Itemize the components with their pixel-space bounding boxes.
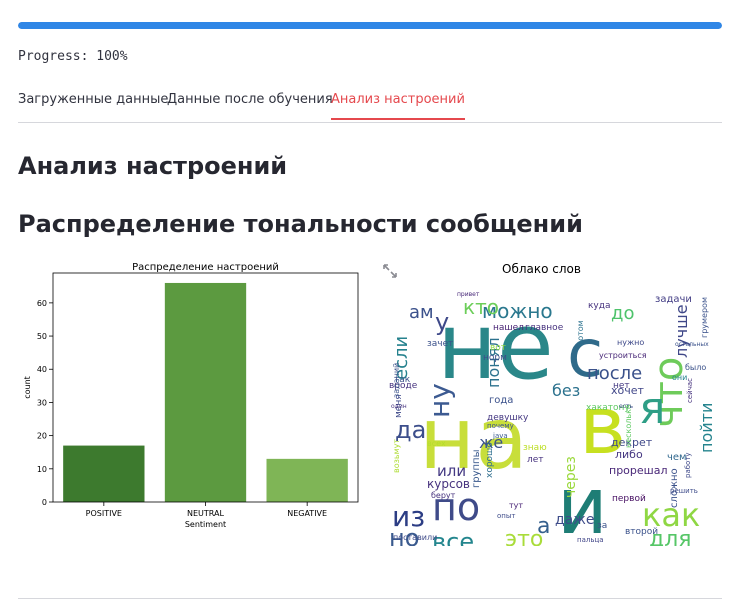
wordcloud-word: решить [670, 487, 698, 495]
progress-label: Progress: 100% [18, 49, 128, 64]
y-tick-label: 60 [37, 299, 47, 308]
wordcloud-word: прорешал [609, 464, 668, 477]
wordcloud-word: сейчас [686, 378, 694, 403]
wordcloud-word: знаю [523, 443, 547, 453]
wordcloud-word: даже [555, 512, 594, 528]
x-axis-label: Sentiment [185, 520, 226, 529]
x-tick-label: NEUTRAL [187, 509, 224, 518]
expand-icon[interactable] [382, 263, 398, 279]
wordcloud-word: всех [427, 439, 446, 448]
tab-loaded-data[interactable]: Загруженные данные [18, 92, 168, 120]
y-tick-label: 20 [37, 432, 47, 441]
wordcloud-word: java [492, 432, 508, 440]
wordcloud-word: несколько [624, 404, 633, 448]
bar-positive [63, 445, 145, 502]
wordcloud-word: почему [487, 422, 514, 430]
wordcloud-word: лучше [672, 304, 691, 358]
y-tick-label: 10 [37, 465, 47, 474]
wordcloud-word: у [435, 308, 449, 336]
wordcloud-word: а [537, 514, 550, 539]
wordcloud-word: нет [613, 381, 630, 391]
progress-fill [18, 22, 722, 29]
wordcloud-word: куда [588, 301, 611, 311]
bar-negative [266, 458, 348, 502]
wordcloud-word: возьмут [392, 439, 401, 473]
progress-bar [18, 22, 722, 29]
wordcloud-word: остальных [675, 341, 709, 348]
wordcloud-word: второй [625, 527, 658, 537]
x-tick-label: NEGATIVE [287, 509, 327, 518]
wordcloud-word: устроиться [599, 351, 647, 360]
wordcloud-word: до [611, 303, 634, 324]
wordcloud-word: либо [615, 448, 643, 461]
wordcloud-word: группы [471, 450, 482, 489]
wordcloud-title: Облако слов [502, 262, 581, 276]
wordcloud-word: привет [457, 291, 480, 298]
tab-bar: Загруженные данные Данные после обучения… [18, 84, 722, 123]
wordcloud-word: пойти [697, 403, 716, 453]
wordcloud-word: работу [684, 452, 692, 478]
wordcloud-word: потом [576, 320, 585, 346]
wordcloud-word: ну [423, 383, 456, 418]
wordcloud-word: лет [527, 455, 544, 465]
tab-sentiment-analysis[interactable]: Анализ настроений [331, 92, 465, 120]
wordcloud-word: главное [525, 323, 564, 333]
wordcloud-panel: Облако слов не на в и с что я как по из ну да все это… [382, 258, 722, 548]
divider [18, 598, 722, 599]
wordcloud-word: задачи [655, 294, 692, 305]
wordcloud-word: кто [463, 295, 499, 319]
wordcloud-word: курсов [427, 477, 470, 491]
wordcloud-word: зачет [427, 339, 453, 349]
wordcloud-word: пальца [577, 536, 604, 544]
wordcloud-word: без [552, 381, 580, 400]
tab-data-after-training[interactable]: Данные после обучения [167, 92, 333, 120]
wordcloud-word: грумером [700, 297, 709, 338]
wordcloud-image: нена висчтоякакпоизнудавсе этоно дляможнокт… [387, 278, 717, 546]
wordcloud-word: тут [509, 501, 523, 510]
wordcloud-word: норм [483, 353, 507, 363]
chart-title: Распределение настроений [132, 262, 279, 273]
wordcloud-word: только [577, 544, 628, 546]
page-title: Анализ настроений [18, 152, 288, 180]
x-tick-label: POSITIVE [86, 509, 122, 518]
section-title: Распределение тональности сообщений [18, 210, 583, 238]
wordcloud-word: нужно [617, 338, 644, 347]
wordcloud-word: так [394, 375, 411, 385]
y-tick-label: 30 [37, 398, 47, 407]
wordcloud-word: за [597, 521, 607, 531]
y-axis-label: count [23, 376, 32, 399]
wordcloud-word: берут [431, 491, 456, 500]
wordcloud-word: ам [409, 302, 434, 323]
wordcloud-word: нашел [493, 323, 524, 333]
wordcloud-word: один [391, 403, 407, 410]
y-tick-label: 40 [37, 365, 47, 374]
wordcloud-word: есть [619, 403, 633, 410]
sentiment-bar-chart: Распределение настроений POSITIVE NEUTRAL N… [23, 262, 359, 529]
y-tick-label: 50 [37, 332, 47, 341]
wordcloud-word: через [563, 456, 579, 498]
wordcloud-word: хорошо [485, 442, 495, 478]
y-tick-label: 0 [42, 498, 47, 507]
wordcloud-word: поставили [393, 533, 437, 542]
wordcloud-word: все [432, 528, 474, 546]
wordcloud-word: было [685, 363, 706, 372]
wordcloud-word: вот [490, 343, 506, 353]
wordcloud-word: первой [612, 494, 646, 504]
wordcloud-word: опыт [497, 512, 515, 520]
bar-neutral [164, 282, 247, 502]
sentiment-chart: Распределение настроений POSITIVE NEUTRAL N… [18, 255, 368, 540]
wordcloud-word: года [489, 395, 513, 406]
